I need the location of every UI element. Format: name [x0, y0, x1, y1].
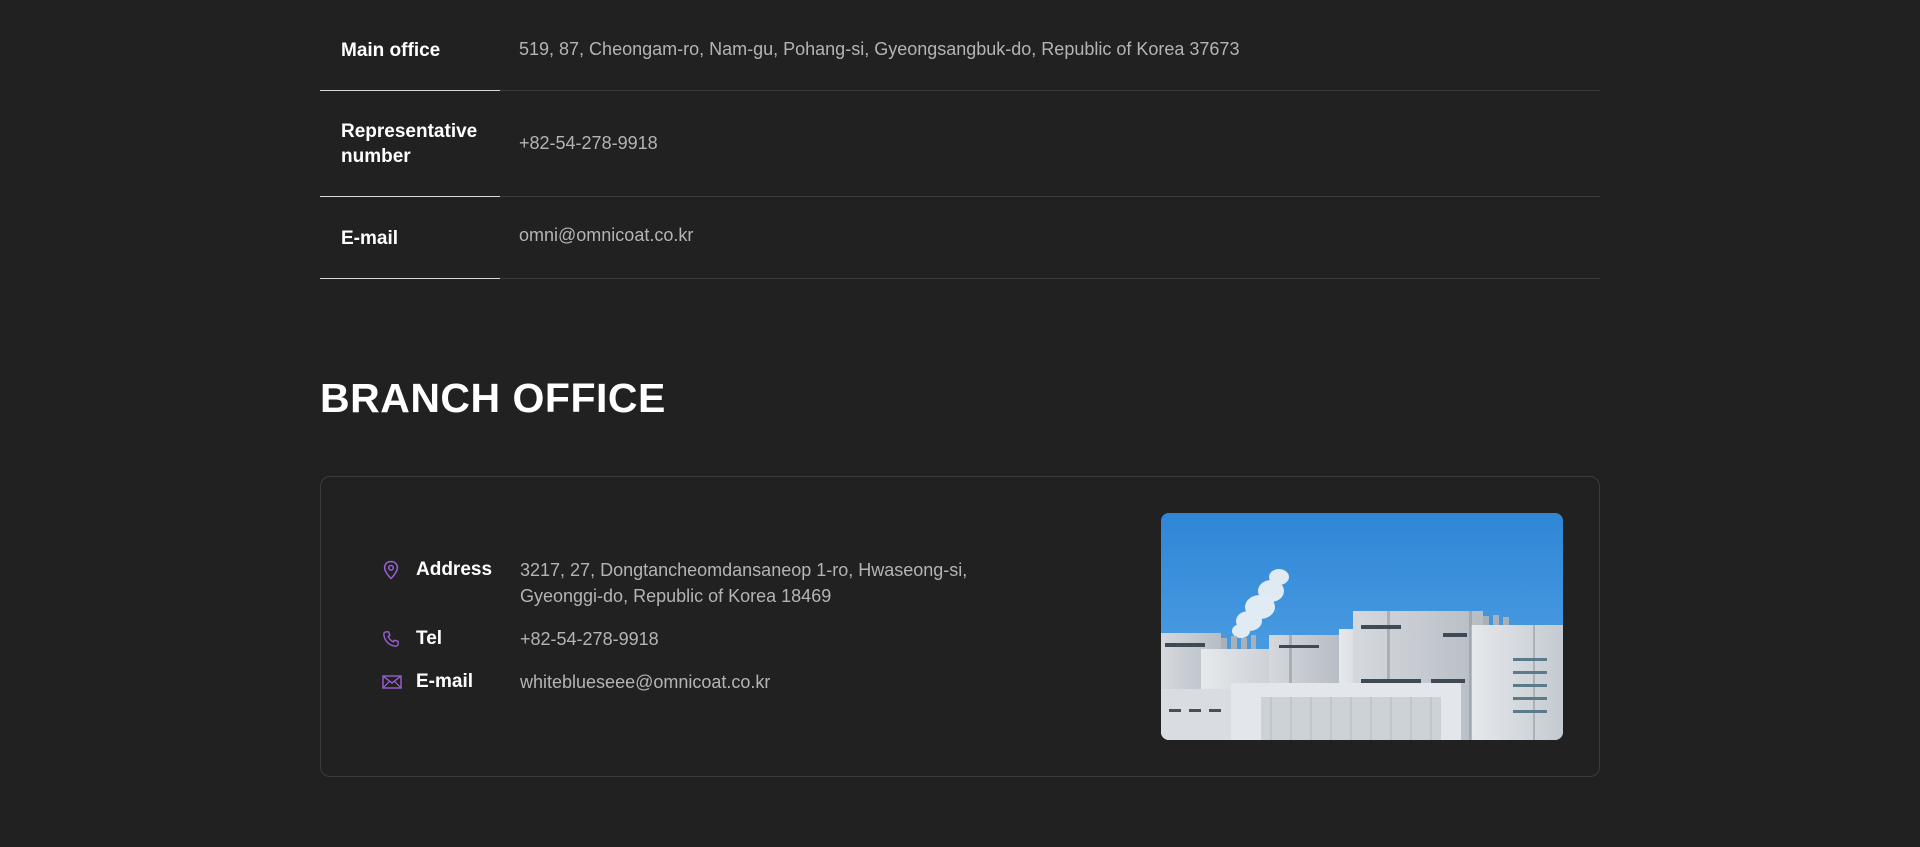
branch-address-item: Address 3217, 27, Dongtancheomdansaneop …: [382, 557, 1022, 609]
section-title: BRANCH OFFICE: [320, 375, 666, 421]
row-label: E-mail: [320, 197, 500, 279]
table-row: E-mail omni@omnicoat.co.kr: [320, 197, 1600, 279]
branch-address-value: 3217, 27, Dongtancheomdansaneop 1-ro, Hw…: [520, 560, 968, 606]
phone-icon: [382, 626, 404, 652]
branch-building-photo: [1161, 513, 1563, 740]
branch-email-label: E-mail: [416, 671, 474, 692]
row-value[interactable]: omni@omnicoat.co.kr: [500, 197, 1600, 279]
row-value: +82-54-278-9918: [500, 91, 1600, 197]
branch-tel-item: Tel +82-54-278-9918: [382, 626, 1022, 652]
branch-email-item: E-mail whiteblueseee@omnicoat.co.kr: [382, 669, 1022, 695]
branch-tel-value[interactable]: +82-54-278-9918: [520, 626, 1020, 652]
branch-tel-label: Tel: [416, 628, 443, 649]
table-row: Main office 519, 87, Cheongam-ro, Nam-gu…: [320, 0, 1600, 91]
row-label: Main office: [320, 0, 500, 91]
branch-info-list: Address 3217, 27, Dongtancheomdansaneop …: [382, 557, 1022, 713]
map-pin-icon: [382, 557, 404, 583]
row-label: Representative number: [320, 91, 500, 197]
mail-icon: [382, 669, 404, 695]
row-value: 519, 87, Cheongam-ro, Nam-gu, Pohang-si,…: [500, 0, 1600, 91]
branch-office-card: Address 3217, 27, Dongtancheomdansaneop …: [320, 476, 1600, 777]
branch-address-label: Address: [416, 559, 493, 580]
branch-email-value[interactable]: whiteblueseee@omnicoat.co.kr: [520, 669, 1020, 695]
main-office-table: Main office 519, 87, Cheongam-ro, Nam-gu…: [320, 0, 1600, 279]
contact-content: Main office 519, 87, Cheongam-ro, Nam-gu…: [320, 0, 1600, 777]
table-row: Representative number +82-54-278-9918: [320, 91, 1600, 197]
